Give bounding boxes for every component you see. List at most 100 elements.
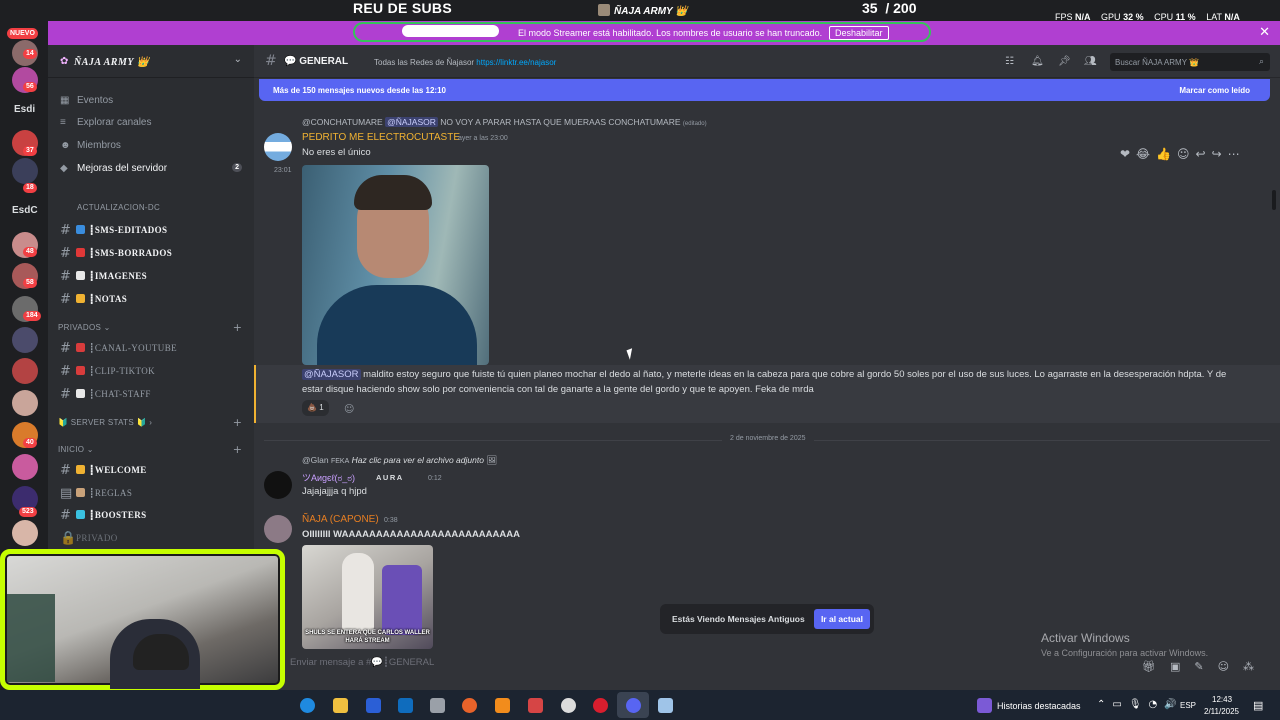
category-server-stats[interactable]: 🔰 SERVER STATS 🔰 › xyxy=(58,418,152,427)
notice-text: El modo Streamer está habilitado. Los no… xyxy=(518,28,823,38)
disable-streamer-button[interactable]: Deshabilitar xyxy=(829,26,889,40)
boost-icon: ◆ xyxy=(60,163,68,174)
scrollbar-thumb[interactable] xyxy=(1272,190,1276,210)
user-mention[interactable]: @ÑAJASOR xyxy=(302,369,361,380)
system-tray-icons[interactable]: ⌃▭🎙◔🔊 xyxy=(1097,699,1184,710)
avatar[interactable] xyxy=(264,471,292,499)
message-author[interactable]: ÑAJA (CAPONE) xyxy=(302,514,379,525)
avatar[interactable] xyxy=(264,515,292,543)
channel-reglas[interactable]: ▤ ┋REGLAS xyxy=(60,486,132,501)
reply-text: Haz clic para ver el archivo adjunto xyxy=(351,455,484,465)
app-icon[interactable] xyxy=(528,698,543,713)
nav-browse-channels[interactable]: ≡ Explorar canales xyxy=(60,117,151,128)
server-icon[interactable] xyxy=(12,454,38,480)
file-explorer-icon[interactable] xyxy=(333,698,348,713)
reply-tag: FEKA xyxy=(330,458,350,465)
attached-image[interactable]: SHULS SE ENTERA QUE CARLOS WALLER HARÁ S… xyxy=(302,545,433,649)
sub-counter: 35 / 200 xyxy=(862,0,917,16)
cross-emoji-icon xyxy=(76,248,85,257)
date-divider: 2 de noviembre de 2025 xyxy=(264,435,1270,442)
channel-sms-borrados[interactable]: # ┋SMS-BORRADOS xyxy=(60,246,172,261)
reaction-poop[interactable]: 💩 1 xyxy=(302,400,329,416)
category-actualizacion[interactable]: ACTUALIZACION-DC xyxy=(77,203,160,212)
clock-date[interactable]: 2/11/2025 xyxy=(1204,707,1239,716)
search-placeholder: Buscar ÑAJA ARMY 👑 xyxy=(1115,58,1200,67)
topic-link[interactable]: https://linktr.ee/najasor xyxy=(476,58,556,67)
nav-events[interactable]: ▦ Eventos xyxy=(60,95,113,106)
category-label: 🔰 SERVER STATS 🔰 xyxy=(58,418,147,427)
news-icon[interactable] xyxy=(977,698,992,713)
message-author[interactable]: PEDRITO ME ELECTROCUTASTE xyxy=(302,132,460,143)
channel-clip-tiktok[interactable]: # ┋CLIP-TIKTOK xyxy=(60,364,155,379)
message-author[interactable]: ツAиgєℓ(ಠ_ಠ) xyxy=(302,471,355,484)
mark-read-button[interactable]: Marcar como leído xyxy=(1179,86,1250,95)
topic-text: Todas las Redes de Ñajasor xyxy=(374,58,475,67)
add-channel-icon[interactable]: + xyxy=(233,443,242,456)
server-icon[interactable] xyxy=(12,520,38,546)
channel-sms-editados[interactable]: # ┋SMS-EDITADOS xyxy=(60,223,167,238)
hash-icon: # xyxy=(60,269,72,284)
avatar[interactable] xyxy=(264,133,292,161)
discord-icon[interactable] xyxy=(626,698,641,713)
server-icon[interactable] xyxy=(12,390,38,416)
channel-privado[interactable]: 🔒PRIVADO xyxy=(60,531,118,546)
category-inicio[interactable]: INICIO ⌄ xyxy=(58,445,94,454)
search-input[interactable]: Buscar ÑAJA ARMY 👑 ⌕ xyxy=(1110,53,1270,71)
bell-icon[interactable]: 🔔︎ xyxy=(1031,56,1044,67)
message-actions[interactable]: ❤😂👍☺↩↪⋯ xyxy=(1120,147,1246,161)
channel-welcome[interactable]: # ┋WELCOME xyxy=(60,463,147,478)
vlc-icon[interactable] xyxy=(495,698,510,713)
hash-icon: # xyxy=(60,463,72,478)
language-indicator[interactable]: ESP xyxy=(1180,701,1196,710)
news-label[interactable]: Historias destacadas xyxy=(997,701,1081,711)
close-icon[interactable]: ✕ xyxy=(1259,25,1270,40)
server-icon[interactable] xyxy=(12,158,38,184)
pin-icon[interactable]: 📌︎ xyxy=(1058,56,1071,67)
edge-icon[interactable] xyxy=(300,698,315,713)
nav-members[interactable]: ☻ Miembros xyxy=(60,140,121,151)
message-input[interactable]: Enviar mensaje a #💬┋GENERAL xyxy=(290,657,1270,668)
firefox-icon[interactable] xyxy=(462,698,477,713)
opera-icon[interactable] xyxy=(593,698,608,713)
emoji-icon xyxy=(76,225,85,234)
threads-icon[interactable]: ☷ xyxy=(1005,56,1014,67)
members-list-icon[interactable]: 👥︎ xyxy=(1084,56,1097,67)
notification-icon[interactable]: ▤ xyxy=(1253,699,1263,712)
channel-boosters[interactable]: # ┋BOOSTERS xyxy=(60,508,147,523)
composer-placeholder: Enviar mensaje a #💬┋GENERAL xyxy=(290,657,435,668)
server-icon[interactable] xyxy=(12,358,38,384)
nav-label: Miembros xyxy=(77,140,121,151)
channel-chat-staff[interactable]: # ┋CHAT-STAFF xyxy=(60,387,151,402)
clock-time[interactable]: 12:43 xyxy=(1212,695,1232,704)
chat-area: # 💬 GENERAL Todas las Redes de Ñajasor h… xyxy=(254,45,1280,690)
app-icon[interactable] xyxy=(430,698,445,713)
store-icon[interactable] xyxy=(366,698,381,713)
server-header[interactable]: ✿ ÑAJA ARMY 👑 ⌄ xyxy=(48,45,254,78)
reply-preview[interactable]: @CONCHATUMARE @ÑAJASOR NO VOY A PARAR HA… xyxy=(302,117,707,127)
server-icon: ✿ xyxy=(60,56,69,67)
composer-tools[interactable]: 🎁︎▣✎☺⁂ xyxy=(1142,660,1268,673)
attached-image[interactable] xyxy=(302,165,489,365)
add-channel-icon[interactable]: + xyxy=(233,321,242,334)
nav-server-boosts[interactable]: ◆ Mejoras del servidor xyxy=(60,163,167,174)
add-channel-icon[interactable]: + xyxy=(233,416,242,429)
new-messages-text: Más de 150 mensajes nuevos desde las 12:… xyxy=(273,86,446,95)
hash-icon: # xyxy=(60,223,72,238)
outlook-icon[interactable] xyxy=(398,698,413,713)
server-folder-label[interactable]: Esdi xyxy=(14,104,35,115)
add-reaction-icon[interactable]: ☺ xyxy=(344,404,354,415)
server-folder-label[interactable]: EsdC xyxy=(12,205,38,216)
chevron-down-icon[interactable]: ⌄ xyxy=(234,54,242,65)
jump-to-present-button[interactable]: Ir al actual xyxy=(813,609,870,629)
image-emoji-icon xyxy=(76,271,85,280)
channel-imagenes[interactable]: # ┋IMAGENES xyxy=(60,269,147,284)
notepad-icon[interactable] xyxy=(658,698,673,713)
obs-icon[interactable] xyxy=(561,698,576,713)
channel-notas[interactable]: # ┋NOTAS xyxy=(60,292,127,307)
new-messages-bar[interactable]: Más de 150 mensajes nuevos desde las 12:… xyxy=(259,79,1270,101)
channel-name: GENERAL xyxy=(299,56,349,67)
channel-canal-youtube[interactable]: # ┋CANAL-YOUTUBE xyxy=(60,341,177,356)
server-icon[interactable] xyxy=(12,327,38,353)
category-privados[interactable]: PRIVADOS ⌄ xyxy=(58,323,111,332)
reply-preview[interactable]: @Glan FEKA Haz clic para ver el archivo … xyxy=(302,455,497,466)
